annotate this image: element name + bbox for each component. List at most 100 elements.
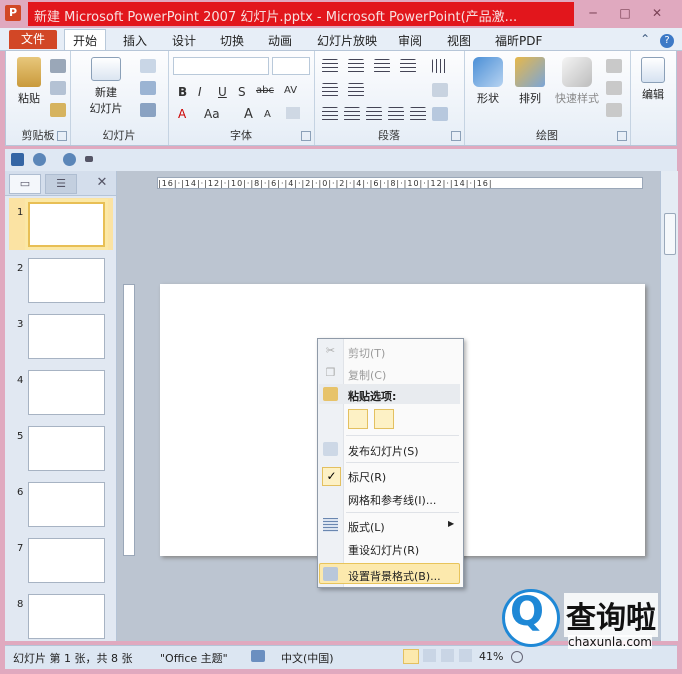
- shrink-font-button[interactable]: A: [264, 109, 271, 120]
- language-status[interactable]: 中文(中国): [281, 650, 334, 666]
- scrollbar-thumb[interactable]: [664, 213, 676, 255]
- clipboard-launcher-icon[interactable]: [57, 131, 67, 141]
- tab-file[interactable]: 文件: [9, 30, 57, 49]
- copy-icon[interactable]: [50, 81, 66, 95]
- slideshow-view-icon[interactable]: [459, 649, 472, 662]
- shadow-text-button[interactable]: S: [238, 85, 246, 99]
- vertical-ruler[interactable]: [123, 284, 135, 556]
- line-spacing-icon[interactable]: [400, 59, 416, 73]
- menu-item-copy[interactable]: 复制(C): [348, 367, 386, 383]
- normal-view-icon[interactable]: [403, 649, 419, 664]
- underline-button[interactable]: U: [218, 85, 227, 99]
- arrange-button[interactable]: 排列: [510, 57, 550, 106]
- paste-keep-source-icon[interactable]: [348, 409, 368, 429]
- menu-item-publish-slides[interactable]: 发布幻灯片(S): [348, 443, 419, 459]
- redo-icon[interactable]: [63, 153, 76, 166]
- maximize-button[interactable]: □: [612, 5, 638, 21]
- bullets-icon[interactable]: [322, 59, 338, 73]
- menu-item-cut[interactable]: 剪切(T): [348, 345, 385, 361]
- slide-thumbnail-1[interactable]: [28, 202, 105, 247]
- tab-view[interactable]: 视图: [447, 32, 471, 49]
- cut-icon[interactable]: [50, 59, 66, 73]
- clear-formatting-icon[interactable]: [286, 107, 300, 119]
- slide-thumbnail-2[interactable]: [28, 258, 105, 303]
- slide-thumbnail-4[interactable]: [28, 370, 105, 415]
- tab-review[interactable]: 审阅: [398, 32, 422, 49]
- section-icon[interactable]: [140, 103, 156, 117]
- minimize-button[interactable]: ─: [580, 5, 606, 21]
- justify-icon[interactable]: [388, 107, 404, 121]
- powerpoint-app-icon[interactable]: P: [5, 5, 21, 21]
- menu-item-grid-guides[interactable]: 网格和参考线(I)...: [348, 492, 436, 508]
- spelling-check-icon[interactable]: [251, 650, 265, 662]
- group-paragraph: 段落: [314, 51, 465, 145]
- shapes-button[interactable]: 形状: [468, 57, 508, 106]
- shape-effects-icon[interactable]: [606, 103, 622, 117]
- outline-tab[interactable]: ☰: [45, 174, 77, 194]
- align-right-icon[interactable]: [366, 107, 382, 121]
- numbering-icon[interactable]: [348, 59, 364, 73]
- menu-item-ruler[interactable]: 标尺(R): [348, 469, 386, 485]
- indent-icon[interactable]: [322, 83, 338, 97]
- tab-foxit-pdf[interactable]: 福昕PDF: [495, 32, 542, 49]
- layout-icon[interactable]: [140, 59, 156, 73]
- font-launcher-icon[interactable]: [301, 131, 311, 141]
- slide-thumbnail-6[interactable]: [28, 482, 105, 527]
- tab-insert[interactable]: 插入: [123, 32, 147, 49]
- font-size-combo[interactable]: [272, 57, 310, 75]
- help-icon[interactable]: ?: [660, 34, 674, 48]
- slide-thumbnail-5[interactable]: [28, 426, 105, 471]
- drawing-launcher-icon[interactable]: [617, 131, 627, 141]
- shape-fill-icon[interactable]: [606, 59, 622, 73]
- paste-picture-icon[interactable]: [374, 409, 394, 429]
- slide-thumbnail-8[interactable]: [28, 594, 105, 639]
- char-spacing-button[interactable]: AV: [284, 85, 297, 96]
- tab-transitions[interactable]: 切换: [220, 32, 244, 49]
- shape-outline-icon[interactable]: [606, 81, 622, 95]
- reading-view-icon[interactable]: [441, 649, 454, 662]
- new-slide-button[interactable]: 新建 幻灯片: [82, 57, 130, 116]
- grow-font-button[interactable]: A: [244, 107, 253, 122]
- slides-tab[interactable]: ▭: [9, 174, 41, 194]
- font-name-combo[interactable]: [173, 57, 269, 75]
- slide-thumbnail-7[interactable]: [28, 538, 105, 583]
- format-painter-icon[interactable]: [50, 103, 66, 117]
- align-left-icon[interactable]: [322, 107, 338, 121]
- close-button[interactable]: ✕: [644, 5, 670, 21]
- font-color-button[interactable]: A: [178, 107, 186, 121]
- menu-item-layout[interactable]: 版式(L): [348, 519, 385, 535]
- horizontal-ruler[interactable]: |16|·|14|·|12|·|10|·|8|·|6|·|4|·|2|·|0|·…: [157, 177, 643, 189]
- new-slide-icon: [91, 57, 121, 81]
- text-direction-icon[interactable]: [432, 59, 448, 73]
- collapse-ribbon-icon[interactable]: ⌃: [640, 32, 650, 46]
- theme-status[interactable]: "Office 主题": [160, 650, 228, 666]
- close-pane-icon[interactable]: ✕: [87, 174, 117, 192]
- columns-icon[interactable]: [348, 83, 364, 97]
- customize-qat-icon[interactable]: [85, 156, 93, 162]
- reset-icon[interactable]: [140, 81, 156, 95]
- bold-button[interactable]: B: [178, 85, 187, 99]
- editing-button[interactable]: 编辑: [636, 57, 670, 102]
- paste-button[interactable]: 粘贴: [12, 57, 46, 106]
- menu-item-reset-slide[interactable]: 重设幻灯片(R): [348, 542, 419, 558]
- slide-sorter-icon[interactable]: [423, 649, 436, 662]
- strikethrough-button[interactable]: abc: [256, 85, 274, 96]
- menu-item-format-background[interactable]: 设置背景格式(B)...: [348, 568, 441, 584]
- slide-thumbnail-3[interactable]: [28, 314, 105, 359]
- distributed-icon[interactable]: [410, 107, 426, 121]
- italic-button[interactable]: I: [198, 85, 202, 99]
- tab-home[interactable]: 开始: [64, 29, 107, 50]
- paragraph-launcher-icon[interactable]: [451, 131, 461, 141]
- tab-slideshow[interactable]: 幻灯片放映: [317, 32, 377, 49]
- smartart-icon[interactable]: [432, 107, 448, 121]
- change-case-button[interactable]: Aa: [204, 107, 220, 121]
- quick-styles-button[interactable]: 快速样式: [552, 57, 602, 106]
- tab-design[interactable]: 设计: [172, 32, 196, 49]
- undo-icon[interactable]: [33, 153, 46, 166]
- align-center-icon[interactable]: [344, 107, 360, 121]
- decrease-indent-icon[interactable]: [374, 59, 390, 73]
- save-icon[interactable]: [11, 153, 24, 166]
- tab-animations[interactable]: 动画: [268, 32, 292, 49]
- align-text-icon[interactable]: [432, 83, 448, 97]
- vertical-scrollbar[interactable]: [660, 171, 678, 641]
